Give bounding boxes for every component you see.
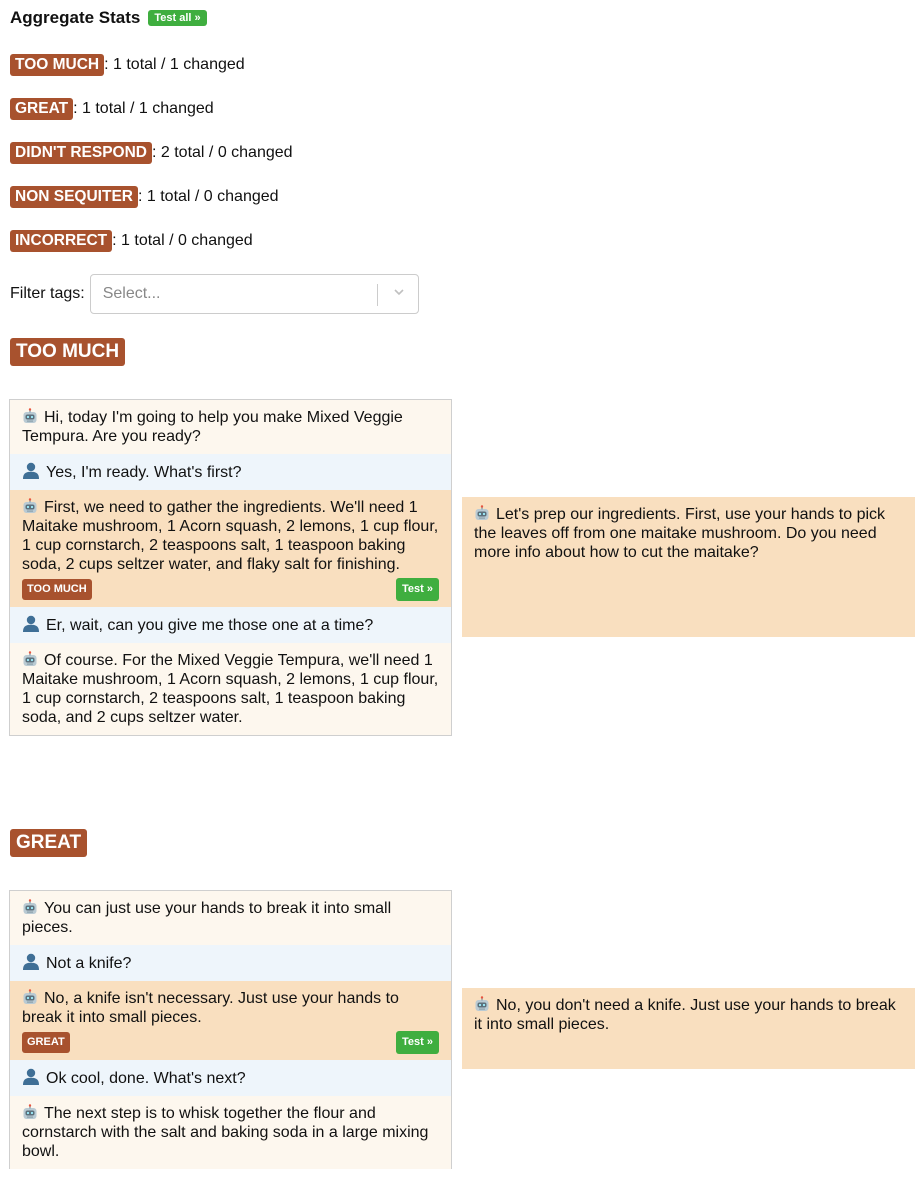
robot-icon: [22, 989, 38, 1005]
chevron-down-icon[interactable]: [392, 285, 406, 299]
section-heading: GREAT: [10, 829, 88, 857]
stat-row-didnt-respond: DIDN'T RESPOND : 2 total / 0 changed: [10, 142, 293, 164]
page-title: Aggregate Stats: [10, 8, 141, 27]
filter-tags: Filter tags: Select...: [10, 274, 419, 314]
robot-icon: [22, 1104, 38, 1120]
stat-row-non-sequiter: NON SEQUITER : 1 total / 0 changed: [10, 186, 279, 208]
message-text: Of course. For the Mixed Veggie Tempura,…: [22, 652, 439, 726]
robot-icon: [474, 505, 490, 521]
test-button[interactable]: Test »: [396, 1031, 439, 1054]
message-tag-badge: GREAT: [22, 1032, 70, 1053]
message-text: Hi, today I'm going to help you make Mix…: [22, 409, 403, 445]
user-icon: [22, 1068, 40, 1085]
bot-message: Of course. For the Mixed Veggie Tempura,…: [10, 643, 451, 735]
message-text: No, a knife isn't necessary. Just use yo…: [22, 990, 399, 1026]
user-message: Not a knife?: [10, 945, 451, 981]
user-message: Ok cool, done. What's next?: [10, 1060, 451, 1096]
message-text: Not a knife?: [46, 955, 132, 972]
message-text: Yes, I'm ready. What's first?: [46, 464, 242, 481]
conversation-thread: You can just use your hands to break it …: [9, 890, 452, 1169]
message-text: Er, wait, can you give me those one at a…: [46, 617, 374, 634]
aggregate-stats-header: Aggregate Stats Test all »: [10, 8, 207, 28]
select-separator: [376, 284, 378, 306]
stat-row-incorrect: INCORRECT : 1 total / 0 changed: [10, 230, 253, 252]
test-button[interactable]: Test »: [396, 578, 439, 601]
tag-badge: INCORRECT: [10, 230, 113, 252]
section-tag-badge: TOO MUCH: [10, 338, 126, 366]
filter-label: Filter tags:: [10, 285, 85, 302]
tag-badge: NON SEQUITER: [10, 186, 138, 208]
tag-badge: GREAT: [10, 98, 74, 120]
alternative-text: Let's prep our ingredients. First, use y…: [474, 506, 886, 561]
message-text: First, we need to gather the ingredients…: [22, 499, 439, 573]
user-icon: [22, 462, 40, 479]
robot-icon: [22, 651, 38, 667]
stat-text: : 1 total / 1 changed: [73, 100, 214, 117]
user-icon: [22, 615, 40, 632]
user-message: Er, wait, can you give me those one at a…: [10, 607, 451, 643]
alternative-response: No, you don't need a knife. Just use you…: [462, 988, 915, 1069]
stat-text: : 1 total / 0 changed: [112, 232, 253, 249]
alternative-text: No, you don't need a knife. Just use you…: [474, 997, 896, 1033]
bot-message: Hi, today I'm going to help you make Mix…: [10, 400, 451, 454]
bot-message: You can just use your hands to break it …: [10, 891, 451, 945]
user-icon: [22, 953, 40, 970]
user-message: Yes, I'm ready. What's first?: [10, 454, 451, 490]
select-placeholder: Select...: [102, 285, 161, 302]
message-tag-badge: TOO MUCH: [22, 579, 92, 600]
stat-row-great: GREAT : 1 total / 1 changed: [10, 98, 214, 120]
message-text: The next step is to whisk together the f…: [22, 1105, 429, 1160]
bot-message: The next step is to whisk together the f…: [10, 1096, 451, 1169]
filter-tags-select[interactable]: Select...: [89, 274, 419, 314]
stat-text: : 1 total / 0 changed: [137, 188, 279, 205]
robot-icon: [474, 996, 490, 1012]
robot-icon: [22, 899, 38, 915]
test-all-button[interactable]: Test all »: [148, 10, 207, 26]
section-tag-badge: GREAT: [10, 829, 88, 857]
highlighted-bot-message: No, a knife isn't necessary. Just use yo…: [10, 981, 451, 1060]
message-text: Ok cool, done. What's next?: [46, 1070, 246, 1087]
stat-text: : 2 total / 0 changed: [152, 144, 293, 161]
robot-icon: [22, 408, 38, 424]
tag-badge: TOO MUCH: [10, 54, 105, 76]
conversation-thread: Hi, today I'm going to help you make Mix…: [9, 399, 452, 736]
stat-text: : 1 total / 1 changed: [104, 56, 245, 73]
section-heading: TOO MUCH: [10, 338, 126, 366]
highlighted-bot-message: First, we need to gather the ingredients…: [10, 490, 451, 607]
message-text: You can just use your hands to break it …: [22, 900, 392, 936]
alternative-response: Let's prep our ingredients. First, use y…: [462, 497, 915, 637]
tag-badge: DIDN'T RESPOND: [10, 142, 152, 164]
robot-icon: [22, 498, 38, 514]
stat-row-too-much: TOO MUCH : 1 total / 1 changed: [10, 54, 245, 76]
